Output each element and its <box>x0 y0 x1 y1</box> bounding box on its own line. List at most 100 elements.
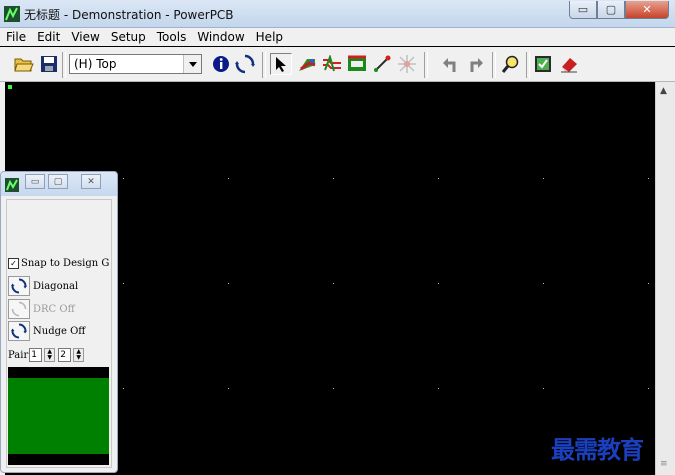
minimize-icon: ▭ <box>577 3 589 16</box>
grid-dot <box>543 178 544 179</box>
nudge-label: Nudge Off <box>33 325 86 337</box>
diagonal-row: Diagonal <box>8 276 78 296</box>
grid-dot <box>648 283 649 284</box>
grid-dot <box>648 388 649 389</box>
minimize-button[interactable]: ▭ <box>569 1 597 19</box>
panel-title-bar[interactable]: ▭ ▢ ✕ <box>1 172 117 196</box>
grid-dot <box>228 178 229 179</box>
pair-row: Pair 1 ▲ ▼ 2 ▲ ▼ <box>8 348 86 362</box>
autoroute-button[interactable] <box>396 53 418 75</box>
redo-button[interactable] <box>465 53 487 75</box>
layer-dropdown-button[interactable] <box>183 55 201 73</box>
menu-setup[interactable]: Setup <box>105 28 151 46</box>
vertical-scrollbar[interactable]: ▲ ≡ <box>655 82 675 475</box>
close-button[interactable]: ✕ <box>625 1 669 19</box>
chevron-down-icon <box>188 61 197 67</box>
eraser-button[interactable] <box>558 53 580 75</box>
toolbar-separator <box>492 52 496 78</box>
maximize-icon: ▢ <box>53 176 63 187</box>
close-icon: ✕ <box>642 3 652 16</box>
open-icon <box>14 58 34 72</box>
undo-icon <box>443 58 456 72</box>
grid-dot <box>228 388 229 389</box>
select-button[interactable] <box>270 53 292 75</box>
cycle-icon <box>11 301 27 317</box>
grid-dot <box>543 283 544 284</box>
snap-to-grid-row[interactable]: ✓ Snap to Design G <box>8 258 109 269</box>
panel-close-button[interactable]: ✕ <box>81 174 101 189</box>
toolbar-separator <box>424 52 428 78</box>
scroll-up-icon[interactable]: ▲ <box>660 86 667 96</box>
pair-layer-2-spinner[interactable]: ▲ ▼ <box>73 348 85 362</box>
grid-dot <box>123 388 124 389</box>
window-controls: ▭ ▢ ✕ <box>569 1 669 19</box>
menu-edit[interactable]: Edit <box>31 28 65 46</box>
pair-label: Pair <box>8 349 29 361</box>
pair-layer-1-field[interactable]: 1 <box>29 348 43 362</box>
save-icon <box>41 56 57 72</box>
design-verify-icon <box>535 56 551 72</box>
sketch-route-button[interactable] <box>371 53 393 75</box>
split-plane-icon <box>348 55 366 71</box>
close-icon: ✕ <box>87 176 95 187</box>
dynamic-route-button[interactable] <box>321 53 343 75</box>
route-button[interactable] <box>296 53 318 75</box>
redo-icon <box>470 58 483 72</box>
save-button[interactable] <box>38 53 60 75</box>
panel-app-icon <box>5 178 19 192</box>
grid-dot <box>228 283 229 284</box>
minimize-icon: ▭ <box>30 176 40 187</box>
title-bar: 无标题 - Demonstration - PowerPCB ▭ ▢ ✕ <box>0 0 675 28</box>
dynamic-route-icon <box>323 55 341 72</box>
grid-dot <box>438 388 439 389</box>
cycle-button[interactable] <box>234 53 256 75</box>
drc-row: DRC Off <box>8 299 75 319</box>
grid-dot <box>333 178 334 179</box>
panel-minimize-button[interactable]: ▭ <box>25 174 45 189</box>
menu-bar: File Edit View Setup Tools Window Help <box>0 28 675 46</box>
undo-button[interactable] <box>439 53 461 75</box>
menu-file[interactable]: File <box>0 28 31 46</box>
grid-dot <box>123 178 124 179</box>
pair-layer-2-field[interactable]: 2 <box>58 348 72 362</box>
eraser-icon <box>561 58 577 73</box>
route-icon <box>299 59 316 71</box>
cycle-icon <box>11 323 27 339</box>
autoroute-icon <box>398 55 416 73</box>
split-plane-button[interactable] <box>346 53 368 75</box>
menu-window[interactable]: Window <box>191 28 249 46</box>
window-title: 无标题 - Demonstration - PowerPCB <box>24 8 234 22</box>
powerpcb-app-icon[interactable] <box>4 6 20 22</box>
grid-dot <box>123 283 124 284</box>
zoom-icon <box>502 55 519 73</box>
layer-select[interactable]: (H) Top <box>69 54 202 74</box>
watermark: 最需教育 <box>551 435 644 464</box>
open-button[interactable] <box>13 53 35 75</box>
grid-dot <box>543 388 544 389</box>
menu-tools[interactable]: Tools <box>151 28 192 46</box>
panel-maximize-button[interactable]: ▢ <box>48 174 68 189</box>
layer-color-preview[interactable] <box>8 367 109 465</box>
sketch-route-icon <box>374 55 391 72</box>
layer-value: (H) Top <box>74 57 117 71</box>
origin-marker <box>8 85 12 89</box>
zoom-button[interactable] <box>500 53 522 75</box>
drc-button[interactable] <box>8 299 30 319</box>
nudge-row: Nudge Off <box>8 321 85 341</box>
grid-dot <box>333 283 334 284</box>
design-verify-button[interactable] <box>532 53 554 75</box>
diagonal-button[interactable] <box>8 276 30 296</box>
pair-layer-1-spinner[interactable]: ▲ ▼ <box>44 348 56 362</box>
maximize-button[interactable]: ▢ <box>597 1 625 19</box>
grid-dot <box>438 178 439 179</box>
toolbar-separator <box>62 52 66 78</box>
nudge-button[interactable] <box>8 321 30 341</box>
menu-view[interactable]: View <box>65 28 104 46</box>
cycle-icon <box>11 278 27 294</box>
info-button[interactable] <box>210 53 232 75</box>
toolbar-separator <box>526 52 530 78</box>
menu-help[interactable]: Help <box>250 28 288 46</box>
maximize-icon: ▢ <box>605 3 617 16</box>
cycle-icon <box>235 54 255 74</box>
snap-checkbox[interactable]: ✓ <box>8 258 19 269</box>
